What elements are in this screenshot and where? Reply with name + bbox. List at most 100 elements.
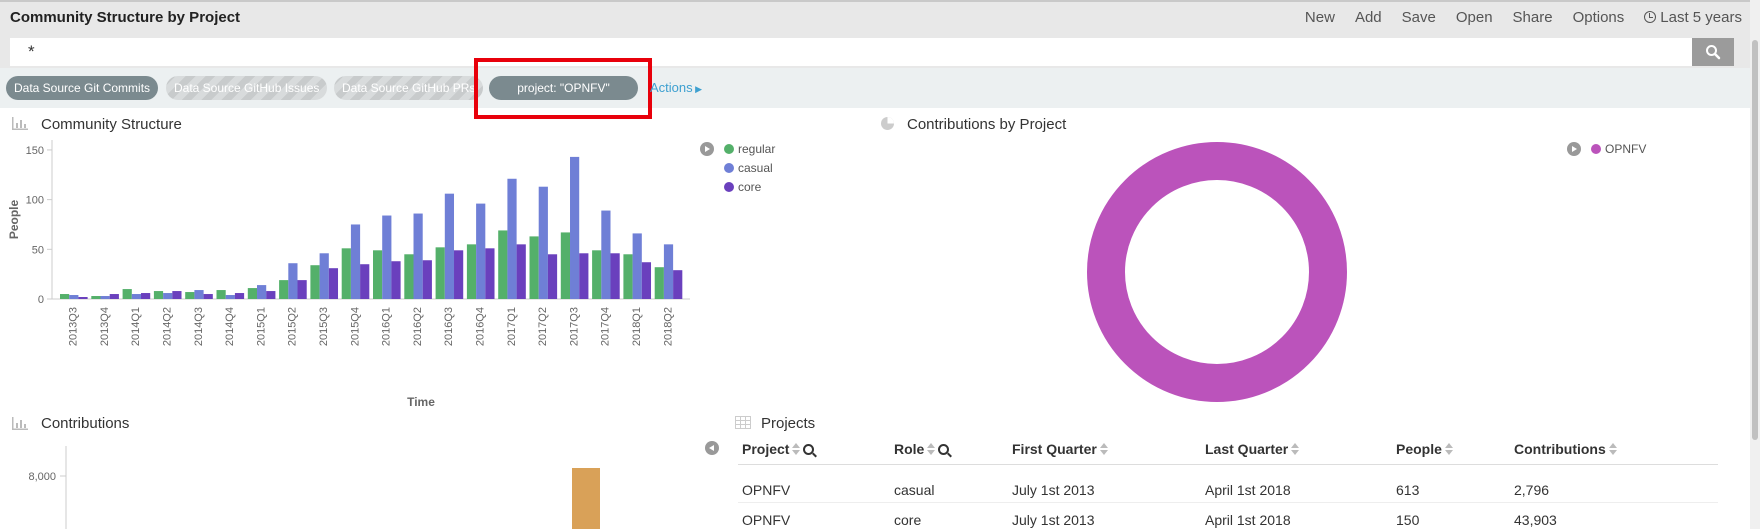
bar-casual-2017Q2 bbox=[538, 186, 548, 299]
menu-open[interactable]: Open bbox=[1446, 9, 1503, 26]
x-tick-label: 2017Q4 bbox=[600, 307, 612, 346]
contribution-bar bbox=[572, 468, 600, 529]
bar-core-2015Q3 bbox=[328, 268, 339, 299]
column-header-people[interactable]: People bbox=[1396, 441, 1453, 457]
bar-core-2015Q1 bbox=[266, 291, 276, 299]
x-tick-label: 2016Q3 bbox=[443, 307, 455, 346]
menu-add[interactable]: Add bbox=[1345, 9, 1392, 26]
cell-contributions: 2,796 bbox=[1514, 482, 1550, 498]
bar-core-2018Q1 bbox=[641, 262, 652, 299]
bar-core-2013Q4 bbox=[109, 294, 119, 299]
filter-pill-github-prs[interactable]: Data Source GitHub PRs bbox=[334, 76, 484, 100]
bar-casual-2016Q1 bbox=[382, 215, 392, 299]
legend-dot bbox=[724, 144, 734, 154]
bar-regular-2016Q4 bbox=[466, 244, 477, 299]
legend-dot bbox=[724, 163, 734, 173]
x-tick-label: 2015Q4 bbox=[349, 307, 361, 346]
y-tick-label: 50 bbox=[32, 244, 44, 256]
bar-regular-2017Q1 bbox=[498, 230, 508, 299]
table-divider bbox=[738, 464, 1718, 465]
magnifier-icon[interactable] bbox=[938, 444, 950, 455]
cell-last-quarter: April 1st 2018 bbox=[1205, 482, 1291, 498]
cell-contributions: 43,903 bbox=[1514, 512, 1557, 528]
search-input[interactable] bbox=[10, 38, 1692, 66]
menu-save[interactable]: Save bbox=[1392, 9, 1446, 26]
column-header-contributions[interactable]: Contributions bbox=[1514, 441, 1617, 457]
bar-core-2013Q3 bbox=[78, 297, 88, 299]
x-tick-label: 2017Q2 bbox=[537, 307, 549, 346]
sort-icon[interactable] bbox=[1291, 443, 1300, 455]
legend-label: casual bbox=[738, 161, 773, 175]
bar-regular-2014Q2 bbox=[153, 291, 164, 299]
bar-casual-2016Q4 bbox=[476, 203, 486, 299]
bar-core-2017Q3 bbox=[579, 253, 589, 299]
legend-item-core[interactable]: core bbox=[724, 180, 761, 194]
bar-casual-2017Q1 bbox=[507, 178, 517, 299]
legend-dot bbox=[1591, 144, 1601, 154]
filter-actions-link[interactable]: Actions ▶ bbox=[650, 80, 702, 95]
collapse-legend-toggle[interactable] bbox=[705, 441, 719, 455]
legend-item-opnfv[interactable]: OPNFV bbox=[1591, 142, 1646, 156]
bar-casual-2013Q3 bbox=[69, 295, 79, 299]
sort-icon[interactable] bbox=[1444, 443, 1453, 455]
time-picker[interactable]: Last 5 years bbox=[1634, 9, 1752, 26]
legend-item-regular[interactable]: regular bbox=[724, 142, 775, 156]
bar-regular-2015Q1 bbox=[247, 288, 258, 299]
menu-new[interactable]: New bbox=[1295, 9, 1345, 26]
y-tick-label: 0 bbox=[38, 294, 44, 306]
highlight-box bbox=[474, 58, 652, 119]
legend-toggle[interactable] bbox=[700, 142, 714, 156]
column-header-role[interactable]: Role bbox=[894, 441, 950, 457]
bar-regular-2015Q4 bbox=[341, 248, 351, 299]
bar-casual-2014Q1 bbox=[131, 294, 142, 299]
x-tick-label: 2016Q4 bbox=[474, 307, 486, 346]
bar-regular-2018Q1 bbox=[623, 254, 633, 299]
filter-pill-git-commits[interactable]: Data Source Git Commits bbox=[6, 76, 159, 100]
bar-core-2017Q2 bbox=[547, 254, 558, 299]
filter-pill-github-issues[interactable]: Data Source GitHub Issues bbox=[166, 76, 328, 100]
bar-regular-2014Q4 bbox=[216, 290, 226, 299]
bar-core-2014Q4 bbox=[234, 293, 245, 299]
column-header-project[interactable]: Project bbox=[742, 441, 815, 457]
bar-casual-2018Q1 bbox=[632, 233, 642, 299]
search-button[interactable] bbox=[1692, 38, 1734, 66]
x-tick-label: 2014Q2 bbox=[161, 307, 173, 346]
bar-casual-2017Q3 bbox=[570, 156, 580, 299]
bar-core-2017Q4 bbox=[610, 253, 620, 299]
caret-right-icon: ▶ bbox=[692, 84, 703, 94]
header-label: Contributions bbox=[1514, 441, 1606, 457]
legend-label: regular bbox=[738, 142, 776, 156]
legend-toggle[interactable] bbox=[1567, 142, 1581, 156]
x-tick-label: 2015Q1 bbox=[255, 307, 267, 346]
column-header-last-quarter[interactable]: Last Quarter bbox=[1205, 441, 1300, 457]
sort-icon[interactable] bbox=[1099, 443, 1108, 455]
panel-title-community-structure: Community Structure bbox=[41, 116, 182, 133]
bar-regular-2017Q3 bbox=[560, 232, 571, 299]
legend-item-casual[interactable]: casual bbox=[724, 161, 773, 175]
x-tick-label: 2014Q3 bbox=[193, 307, 205, 346]
bar-casual-2014Q2 bbox=[163, 293, 173, 299]
sort-icon[interactable] bbox=[792, 443, 801, 455]
y-tick-label: 100 bbox=[26, 195, 44, 207]
panel-title-projects: Projects bbox=[761, 415, 816, 432]
donut-slice-opnfv bbox=[1087, 142, 1347, 402]
cell-project: OPNFV bbox=[742, 512, 791, 528]
menu-options[interactable]: Options bbox=[1563, 9, 1635, 26]
sort-icon[interactable] bbox=[1608, 443, 1617, 455]
menu-share[interactable]: Share bbox=[1503, 9, 1563, 26]
y-tick-label: 8,000 bbox=[28, 471, 56, 483]
bar-chart-icon bbox=[12, 117, 28, 130]
panel-title-contributions-by-project: Contributions by Project bbox=[907, 116, 1067, 133]
scrollbar-thumb[interactable] bbox=[1752, 40, 1758, 440]
bar-core-2015Q2 bbox=[297, 280, 307, 299]
magnifier-icon[interactable] bbox=[803, 444, 815, 455]
x-axis-title: Time bbox=[407, 395, 435, 409]
x-tick-label: 2018Q1 bbox=[631, 307, 643, 346]
column-header-first-quarter[interactable]: First Quarter bbox=[1012, 441, 1108, 457]
sort-icon[interactable] bbox=[927, 443, 936, 455]
bar-core-2014Q3 bbox=[203, 294, 213, 299]
bar-core-2018Q2 bbox=[673, 270, 683, 299]
bar-casual-2014Q4 bbox=[225, 295, 235, 299]
bar-core-2014Q1 bbox=[141, 293, 151, 299]
bar-casual-2015Q2 bbox=[288, 263, 298, 299]
